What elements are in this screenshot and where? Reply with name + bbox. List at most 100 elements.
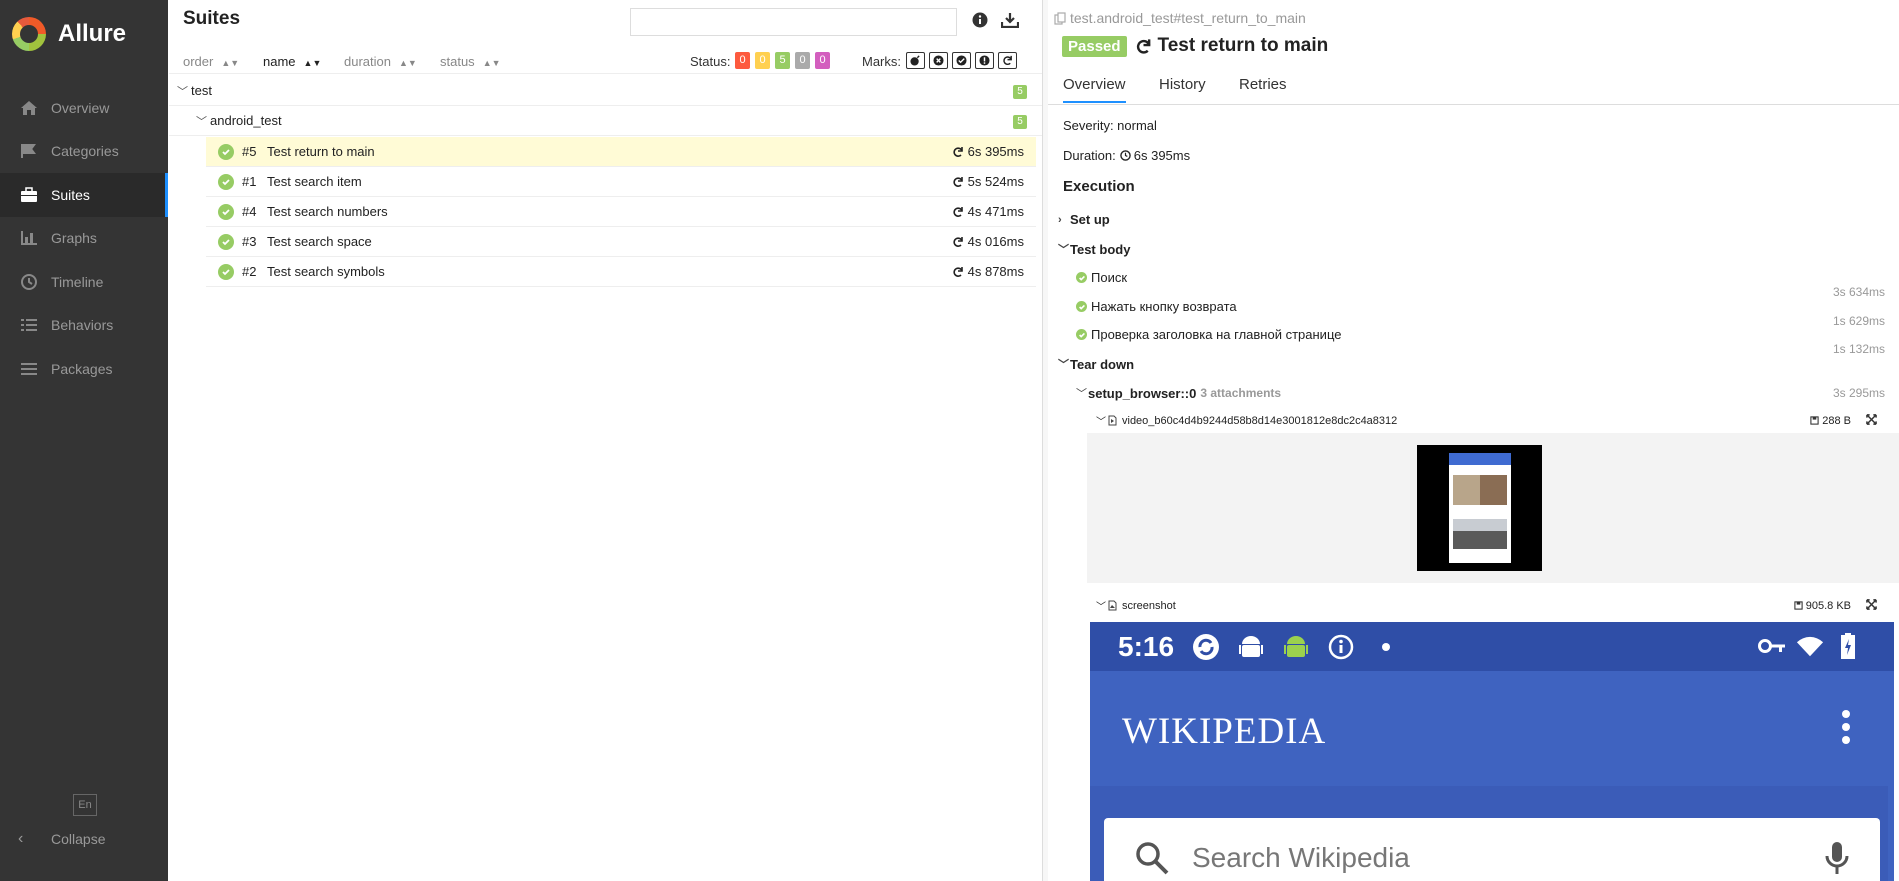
mark-new-broken-icon[interactable] (975, 52, 994, 69)
duration-value: 4s 016ms (967, 234, 1024, 249)
test-row[interactable]: #1 Test search item 5s 524ms (206, 167, 1036, 197)
attachment-row[interactable]: ﹀ screenshot 905.8 KB (1096, 598, 1881, 613)
tab-overview[interactable]: Overview (1063, 76, 1126, 103)
tree-group-test[interactable]: ﹀ test 5 (169, 76, 1042, 106)
expand-icon[interactable] (1866, 413, 1877, 428)
briefcase-icon (18, 186, 40, 204)
passed-check-icon (1076, 272, 1087, 283)
step-row[interactable]: Проверка заголовка на главной странице (1076, 327, 1341, 342)
info-icon (1327, 633, 1355, 661)
sidebar-item-graphs[interactable]: Graphs (0, 217, 168, 261)
video-player[interactable] (1417, 445, 1542, 571)
test-row[interactable]: #2 Test search symbols 4s 878ms (206, 257, 1036, 287)
page-title: Suites (183, 8, 241, 29)
mark-new-failed-icon[interactable] (929, 52, 948, 69)
sort-order-label: order (183, 54, 214, 69)
test-name: Test search space (267, 234, 372, 249)
wikipedia-search-bar: Search Wikipedia (1104, 818, 1880, 881)
sidebar-item-packages[interactable]: Packages (0, 347, 168, 391)
sidebar-item-label: Suites (51, 186, 90, 203)
step-duration: 1s 132ms (1832, 342, 1885, 356)
step-name: Проверка заголовка на главной странице (1091, 327, 1342, 342)
screenshot-attachment: 5:16 WIKIPEDIA Search Wikipedia (1090, 622, 1894, 881)
test-duration: 5s 524ms (952, 174, 1024, 189)
status-filter-skipped[interactable]: 0 (795, 52, 810, 69)
chevron-down-icon: ﹀ (1096, 417, 1106, 428)
collapse-button[interactable]: ‹ Collapse (18, 830, 105, 848)
status-filter-passed[interactable]: 5 (775, 52, 790, 69)
sort-name[interactable]: name ▲▼ (263, 54, 321, 69)
copy-icon[interactable] (1054, 11, 1066, 25)
breadcrumb: test.android_test#test_return_to_main (1054, 10, 1306, 26)
test-row[interactable]: #5 Test return to main 6s 395ms (206, 137, 1036, 167)
fixture-duration: 3s 295ms (1832, 386, 1885, 400)
chevron-down-icon: ﹀ (1096, 602, 1106, 613)
sidebar-item-label: Behaviors (51, 317, 114, 334)
save-icon (1810, 416, 1819, 425)
status-filter-unknown[interactable]: 0 (815, 52, 830, 69)
chevron-down-icon: ﹀ (177, 85, 188, 98)
sidebar-item-categories[interactable]: Categories (0, 130, 168, 174)
sort-bar: order ▲▼ name ▲▼ duration ▲▼ status ▲▼ Statu… (169, 46, 1042, 74)
fixture-attachments: 3 attachments (1200, 386, 1282, 400)
section-label: Test body (1070, 241, 1131, 257)
sort-duration[interactable]: duration ▲▼ (344, 54, 417, 69)
language-switch[interactable]: En (73, 794, 97, 816)
wikipedia-wordmark: WIKIPEDIA (1122, 711, 1327, 752)
section-test-body[interactable]: ﹀ Test body (1058, 241, 1130, 257)
attachment-row[interactable]: ﹀ video_b60c4d4b9244d58b8d14e3001812e8dc… (1096, 413, 1881, 428)
attachment-name: screenshot (1122, 599, 1176, 612)
sidebar-item-label: Overview (51, 99, 110, 116)
test-number: #5 (242, 144, 257, 159)
step-name: Нажать кнопку возврата (1091, 299, 1237, 314)
chevron-down-icon: ﹀ (1058, 244, 1069, 256)
retry-icon (953, 146, 963, 157)
section-tear-down[interactable]: ﹀ Tear down (1058, 356, 1134, 372)
sidebar-item-overview[interactable]: Overview (0, 86, 168, 130)
sort-order[interactable]: order ▲▼ (183, 54, 239, 69)
step-row[interactable]: Нажать кнопку возврата (1076, 299, 1237, 314)
sidebar-item-label: Timeline (51, 273, 104, 290)
test-row[interactable]: #3 Test search space 4s 016ms (206, 227, 1036, 257)
home-icon (18, 99, 40, 117)
passed-check-icon (218, 173, 234, 190)
sidebar-item-timeline[interactable]: Timeline (0, 260, 168, 304)
sidebar-item-suites[interactable]: Suites (0, 173, 168, 217)
section-set-up[interactable]: › Set up (1058, 212, 1110, 227)
test-duration: 6s 395ms (952, 144, 1024, 159)
key-icon (1758, 632, 1786, 660)
mark-retries-icon[interactable] (998, 52, 1017, 69)
test-number: #4 (242, 204, 257, 219)
duration-value: 6s 395ms (967, 144, 1024, 159)
step-row[interactable]: Поиск (1076, 270, 1127, 285)
clock-icon (18, 273, 40, 291)
info-icon[interactable] (972, 12, 988, 31)
test-detail-panel: test.android_test#test_return_to_main Pa… (1048, 0, 1899, 881)
download-icon[interactable] (1000, 12, 1020, 31)
fixture-row[interactable]: ﹀ setup_browser::0 3 attachments (1076, 385, 1281, 401)
tab-retries[interactable]: Retries (1239, 76, 1287, 101)
status-filter-failed[interactable]: 0 (735, 52, 750, 69)
section-label: Tear down (1070, 356, 1135, 372)
step-name: Поиск (1091, 270, 1128, 285)
tree-group-name: test (191, 83, 212, 98)
test-row[interactable]: #4 Test search numbers 4s 471ms (206, 197, 1036, 227)
sort-status-label: status (440, 54, 475, 69)
wifi-icon (1796, 632, 1824, 660)
bar-chart-icon (18, 229, 40, 247)
expand-icon[interactable] (1866, 598, 1877, 613)
tree-group-android-test[interactable]: ﹀ android_test 5 (169, 106, 1042, 136)
mark-flaky-icon[interactable] (906, 52, 925, 69)
sidebar-item-label: Graphs (51, 230, 97, 247)
status-filter-label: Status: (690, 54, 731, 69)
chevron-down-icon: ﹀ (1058, 359, 1069, 371)
status-filter-broken[interactable]: 0 (755, 52, 770, 69)
sort-status[interactable]: status ▲▼ (440, 54, 501, 69)
sidebar-nav: Overview Categories Suites Graphs Timeli… (0, 86, 168, 391)
brand[interactable]: Allure (0, 0, 168, 68)
sidebar-item-behaviors[interactable]: Behaviors (0, 304, 168, 348)
mark-new-passed-icon[interactable] (952, 52, 971, 69)
step-duration: 1s 629ms (1832, 314, 1885, 328)
tab-history[interactable]: History (1159, 76, 1206, 101)
search-input[interactable] (630, 8, 957, 36)
